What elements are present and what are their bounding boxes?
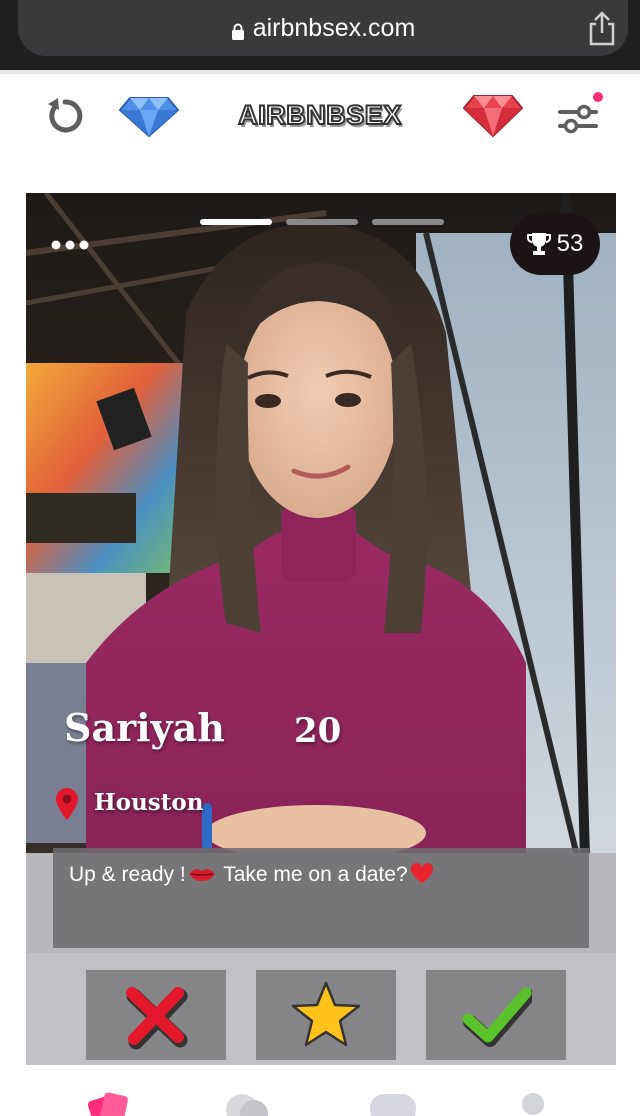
red-heart-icon xyxy=(410,862,433,883)
profile-tab-icon[interactable] xyxy=(508,1090,558,1116)
photo-progress-segment xyxy=(286,219,358,225)
bio-box: Up & ready ! Take me on a date? xyxy=(53,848,589,948)
messages-tab-icon[interactable] xyxy=(368,1090,418,1116)
more-options-icon[interactable] xyxy=(50,237,94,253)
score-value: 53 xyxy=(556,230,584,257)
lock-icon xyxy=(231,19,245,40)
photo-progress-active xyxy=(200,219,272,225)
super-like-button[interactable] xyxy=(256,970,396,1060)
bio-text-part1: Up & ready ! xyxy=(69,863,186,886)
trophy-icon xyxy=(526,233,551,255)
photo-progress-segment xyxy=(372,219,444,225)
undo-icon[interactable] xyxy=(44,94,86,138)
action-bar xyxy=(26,953,616,1065)
app-page: airbnbsex.com AIRBNBSEX 53 Sariyah 20 Ho… xyxy=(0,0,640,1116)
reject-button[interactable] xyxy=(86,970,226,1060)
red-diamond-icon[interactable] xyxy=(462,94,524,138)
profile-card[interactable]: 53 Sariyah 20 Houston Up & ready ! Take … xyxy=(26,193,616,1065)
lips-kiss-icon xyxy=(188,869,215,882)
swipe-tab-icon[interactable] xyxy=(82,1090,132,1116)
green-check-icon xyxy=(462,987,532,1047)
profile-name: Sariyah xyxy=(64,705,225,750)
chat-tab-icon[interactable] xyxy=(222,1090,272,1116)
share-icon[interactable] xyxy=(586,10,618,46)
star-icon xyxy=(291,981,361,1047)
notification-dot xyxy=(593,92,603,102)
address-bar[interactable]: airbnbsex.com xyxy=(18,0,628,56)
like-button[interactable] xyxy=(426,970,566,1060)
brand-logo: AIRBNBSEX xyxy=(237,99,402,131)
profile-location: Houston xyxy=(94,789,204,816)
profile-age: 20 xyxy=(294,711,342,751)
location-pin-icon xyxy=(56,788,78,820)
filter-sliders-icon[interactable] xyxy=(556,92,604,140)
bio-text-part2: Take me on a date? xyxy=(217,863,408,886)
score-badge: 53 xyxy=(510,213,600,275)
red-x-icon xyxy=(126,987,188,1050)
url-text: airbnbsex.com xyxy=(252,13,416,42)
app-header: AIRBNBSEX xyxy=(0,74,640,174)
bottom-nav xyxy=(0,1068,640,1116)
blue-diamond-icon[interactable] xyxy=(118,96,180,138)
browser-toolbar: airbnbsex.com xyxy=(0,0,640,70)
